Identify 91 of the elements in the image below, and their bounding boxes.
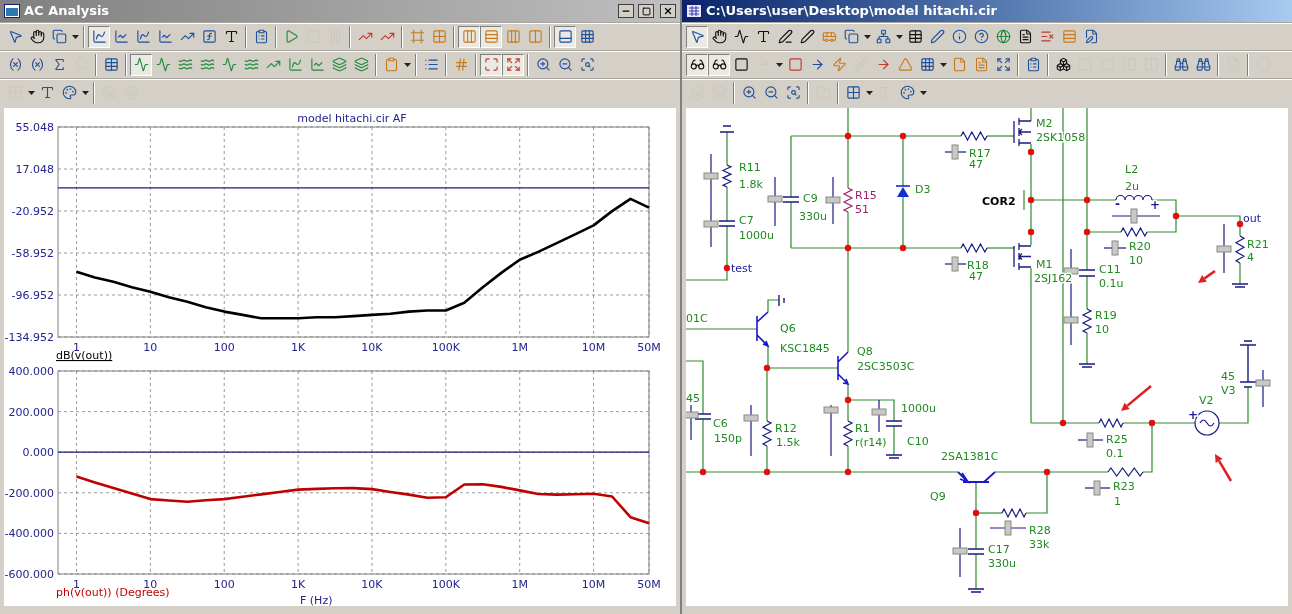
axis-tick-label: -134.952 [4,331,54,344]
net-label: test [731,262,753,275]
component-label: 1.8k [739,178,763,191]
window-title: C:\Users\user\Desktop\model hitachi.cir [706,2,997,21]
axis-tick-label: -20.952 [11,205,54,218]
component-label: 1000u [901,402,936,415]
component-label: D3 [915,183,931,196]
axis-title: F (Hz) [300,594,333,606]
axis-tick-label: -58.952 [11,247,54,260]
component-label: 47 [969,270,983,283]
axis-tick-label: 100 [213,341,235,354]
component-label: R1 [855,422,870,435]
component-label: 1 [1114,495,1121,508]
component-label: 45 [1221,370,1235,383]
component-label: 2u [1125,180,1139,193]
axis-tick-label: 1K [291,341,306,354]
component-label: R18 [967,259,989,272]
component-label: C9 [803,192,818,205]
component-label: Q6 [780,322,796,335]
component-label: L2 [1125,163,1139,176]
axis-tick-label: 50M [637,578,661,591]
component-label: r(r14) [855,436,887,449]
component-label: 10 [1095,323,1109,336]
component-label: R11 [739,161,761,174]
component-label: R20 [1129,240,1151,253]
component-label: 0.1 [1106,447,1124,460]
component-label: 33k [1029,538,1050,551]
axis-tick-label: 10M [581,578,606,591]
axis-tick-label: -400.000 [4,527,54,541]
pin-label: - [1115,197,1120,211]
axis-tick-label: 1K [291,578,306,591]
axis-tick-label: 1M [511,578,528,591]
axis-tick-label: 55.048 [15,121,54,134]
component-label: 51 [855,203,869,216]
axis-tick-label: -600.000 [4,568,54,581]
axis-tick-label: 10M [581,341,606,354]
component-label: R12 [775,422,797,435]
axis-tick-label: 200.000 [8,405,54,419]
axis-tick-label: 100K [431,578,460,591]
component-label: R19 [1095,309,1117,322]
component-label: KSC1845 [780,342,830,355]
chart-title: model hitachi.cir AF [297,112,407,125]
net-label: out [1243,212,1261,225]
component-label: 0.1u [1099,277,1124,290]
component-label: R23 [1113,480,1135,493]
axis-tick-label: 400.000 [8,365,54,378]
component-label: C7 [739,214,754,227]
component-label: R17 [969,147,991,160]
pin-label: + [1150,198,1161,212]
component-label: 1000u [739,229,774,242]
component-label: C6 [713,417,728,430]
component-label: 45 [686,392,700,405]
component-label: M1 [1036,258,1053,271]
axis-tick-label: 10 [143,341,158,354]
window-title: AC Analysis [24,2,110,21]
component-label: 10 [1129,254,1143,267]
component-label: C17 [988,543,1010,556]
axis-tick-label: 10K [361,341,383,354]
axis-tick-label: 10K [361,578,383,591]
pin-label: + [1188,408,1199,422]
axis-tick-label: -200.000 [4,486,54,500]
axis-tick-label: 10 [143,578,158,591]
axis-tick-label: 50M [637,341,661,354]
axis-tick-label: 100K [431,341,460,354]
axis-tick-label: 0.000 [22,446,54,460]
component-label: 2SC3503C [857,360,915,373]
component-label: 47 [969,158,983,171]
component-label: 4 [1247,251,1254,264]
component-label: M2 [1036,117,1053,130]
component-label: C10 [907,435,929,448]
axis-tick-label: 100 [213,578,235,591]
component-label: 01C [686,312,708,325]
component-label: 1.5k [776,436,800,449]
component-label: 2SK1058 [1036,131,1086,144]
component-label: 2SA1381C [941,450,999,463]
component-label: Q8 [857,345,873,358]
component-label: 330u [988,557,1016,570]
component-label: R25 [1106,433,1128,446]
axis-tick-label: 17.048 [15,163,54,176]
port-label: COR2 [982,195,1016,208]
axis-tick-label: 1M [511,341,528,354]
component-label: 150p [714,432,742,445]
component-label: C11 [1099,263,1121,276]
axis-tick-label: -96.952 [11,289,54,302]
component-label: Q9 [930,490,946,503]
component-label: 330u [799,210,827,223]
component-label: R15 [855,189,877,202]
component-label: V2 [1199,394,1214,407]
component-label: R28 [1029,524,1051,537]
component-label: V3 [1221,384,1236,397]
component-label: R21 [1247,238,1269,251]
